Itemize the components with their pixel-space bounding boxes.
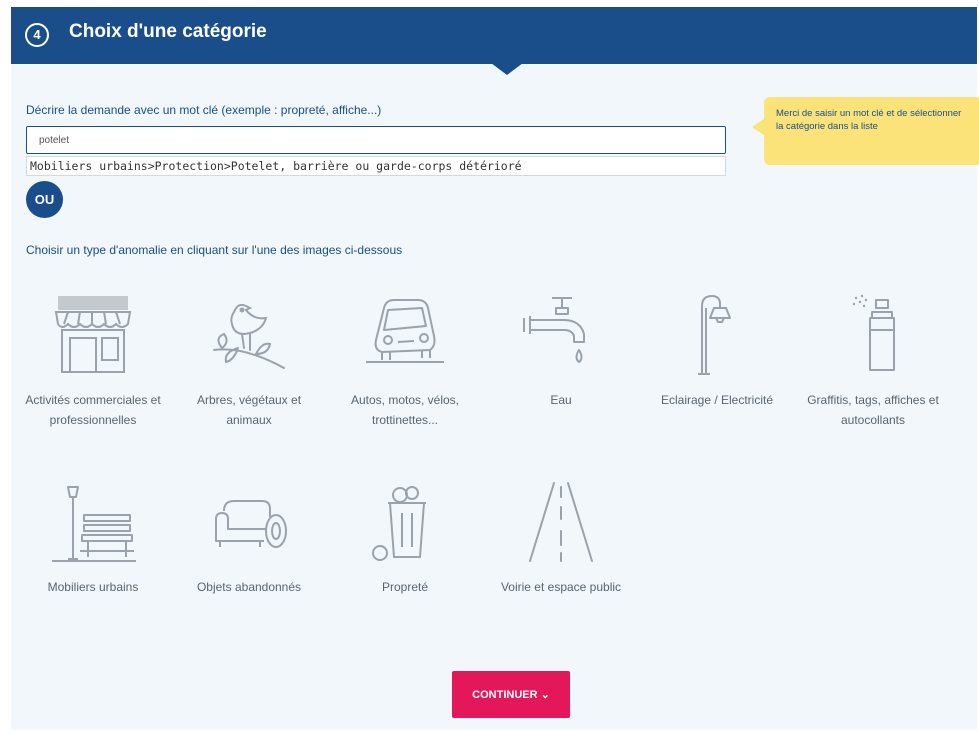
category-abandoned[interactable]: Objets abandonnés — [179, 477, 319, 597]
category-panel: 4 Choix d'une catégorie Décrire la deman… — [11, 7, 979, 730]
category-label: Eclairage / Electricité — [660, 393, 774, 407]
keyword-search-input[interactable] — [26, 126, 726, 154]
category-label: Arbres, végétaux et animaux — [196, 393, 302, 427]
header-arrow-icon — [491, 63, 523, 75]
faucet-icon — [523, 297, 585, 363]
category-label: Objets abandonnés — [196, 580, 302, 594]
page-title: Choix d'une catégorie — [69, 21, 267, 42]
category-label: Autos, motos, vélos, trottinettes... — [350, 393, 460, 427]
category-label: Eau — [550, 393, 572, 407]
trash-bin-icon — [372, 486, 426, 561]
category-graffiti[interactable]: Graffitis, tags, affiches et autocollant… — [803, 290, 943, 430]
category-roads[interactable]: Voirie et espace public — [491, 477, 631, 597]
road-icon — [529, 482, 593, 562]
category-cleanliness[interactable]: Propreté — [335, 477, 475, 597]
category-nature[interactable]: Arbres, végétaux et animaux — [179, 290, 319, 430]
category-lighting[interactable]: Eclairage / Electricité — [647, 290, 787, 410]
bench-icon — [52, 486, 136, 562]
step-number-badge: 4 — [25, 23, 49, 47]
category-vehicles[interactable]: Autos, motos, vélos, trottinettes... — [335, 290, 475, 430]
category-label: Mobiliers urbains — [47, 580, 139, 594]
spray-can-icon — [852, 294, 895, 371]
or-badge: OU — [26, 181, 63, 218]
autocomplete-suggestion[interactable]: Mobiliers urbains>Protection>Potelet, ba… — [26, 156, 726, 176]
search-label: Décrire la demande avec un mot clé (exem… — [26, 103, 382, 117]
category-furniture[interactable]: Mobiliers urbains — [23, 477, 163, 597]
storefront-icon — [54, 296, 132, 373]
category-water[interactable]: Eau — [491, 290, 631, 410]
category-label: Graffitis, tags, affiches et autocollant… — [807, 393, 939, 427]
choose-category-label: Choisir un type d'anomalie en cliquant s… — [26, 243, 403, 257]
street-lamp-icon — [698, 295, 731, 375]
category-commerce[interactable]: Activités commerciales et professionnell… — [23, 290, 163, 430]
category-label: Propreté — [381, 580, 429, 594]
bird-on-branch-icon — [213, 303, 285, 369]
step-header: 4 Choix d'une catégorie — [11, 7, 977, 64]
continue-button[interactable]: CONTINUER ⌄ — [452, 671, 570, 718]
category-label: Voirie et espace public — [500, 580, 622, 594]
category-label: Activités commerciales et professionnell… — [25, 393, 161, 427]
car-icon — [366, 299, 444, 363]
help-tooltip: Merci de saisir un mot clé et de sélecti… — [752, 97, 979, 165]
sofa-tire-icon — [215, 500, 287, 548]
